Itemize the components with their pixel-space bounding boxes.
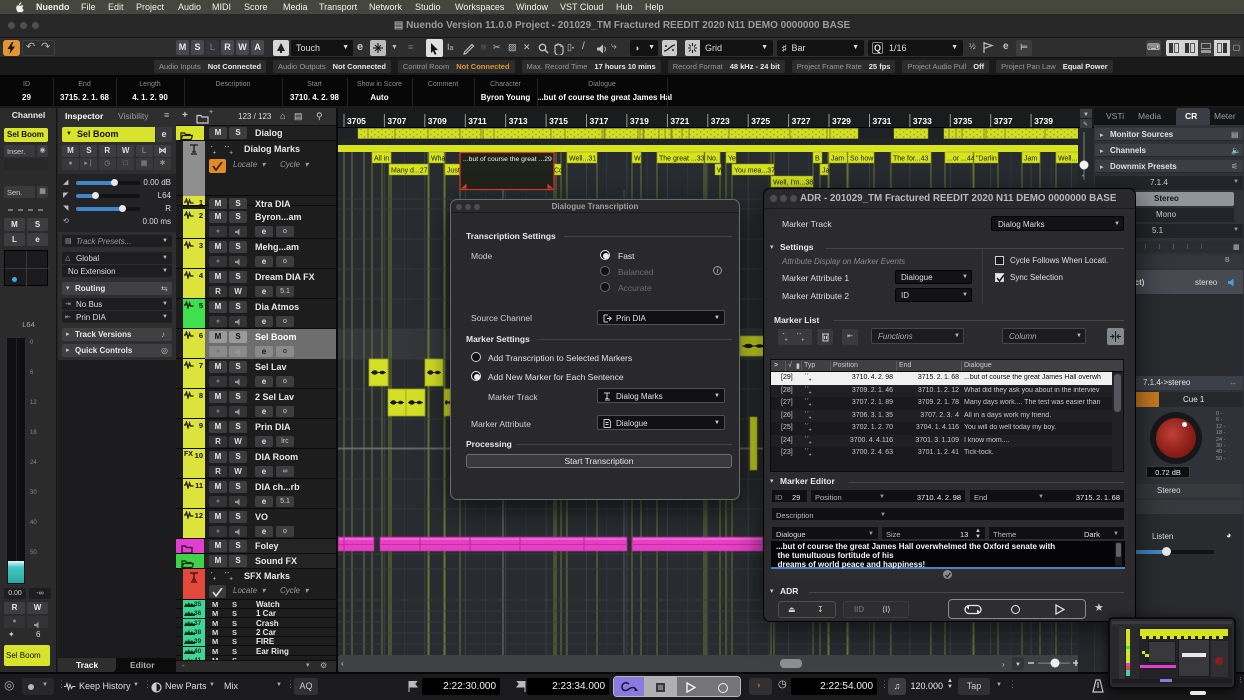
svg-text:3715: 3715: [549, 116, 568, 126]
svg-text:You mea...37: You mea...37: [734, 168, 775, 175]
svg-text:All in: All in: [374, 156, 389, 163]
svg-text:Ja: Ja: [822, 168, 830, 175]
svg-text:...or ...44: ...or ...44: [947, 156, 975, 163]
svg-text:No.: No.: [707, 156, 718, 163]
svg-text:⌃: ⌃: [1080, 174, 1086, 182]
svg-text:Well...31: Well...31: [569, 156, 596, 163]
svg-text:3707: 3707: [387, 116, 406, 126]
svg-text:3709: 3709: [428, 116, 447, 126]
svg-text:3739: 3739: [1034, 116, 1053, 126]
svg-text:Just: Just: [447, 168, 460, 175]
svg-text:...but of course the great ...: ...but of course the great ...29: [463, 156, 552, 163]
svg-text:▼: ▼: [1015, 662, 1021, 668]
svg-text:✎: ✎: [1083, 121, 1088, 128]
svg-text:Ye: Ye: [728, 156, 736, 163]
svg-text:3733: 3733: [913, 116, 932, 126]
svg-text:‹: ‹: [341, 659, 344, 668]
svg-text:›: ›: [1002, 660, 1005, 669]
svg-text:3713: 3713: [509, 116, 528, 126]
svg-text:The for...43: The for...43: [893, 156, 929, 163]
svg-text:▼: ▼: [1083, 112, 1089, 118]
svg-text:W: W: [717, 168, 724, 175]
svg-text:Well, I'm...38: Well, I'm...38: [773, 180, 813, 187]
svg-text:Well...: Well...: [1058, 156, 1077, 163]
svg-text:3727: 3727: [792, 116, 811, 126]
svg-text:3719: 3719: [630, 116, 649, 126]
svg-text:3735: 3735: [953, 116, 972, 126]
svg-text:3723: 3723: [711, 116, 730, 126]
svg-text:The great ...33: The great ...33: [659, 156, 705, 163]
svg-text:B: B: [815, 156, 820, 163]
svg-text:So how: So how: [850, 156, 874, 163]
svg-text:3711: 3711: [468, 116, 487, 126]
svg-text:Cc: Cc: [554, 168, 563, 175]
svg-text:Jam: Jam: [1024, 156, 1037, 163]
svg-text:3731: 3731: [873, 116, 892, 126]
svg-text:3721: 3721: [670, 116, 689, 126]
svg-text:W: W: [634, 156, 641, 163]
svg-text:Many d...27: Many d...27: [391, 168, 428, 175]
svg-text:3717: 3717: [590, 116, 609, 126]
svg-text:3737: 3737: [994, 116, 1013, 126]
svg-text:3729: 3729: [832, 116, 851, 126]
svg-text:Wha: Wha: [431, 156, 446, 163]
svg-text:"Darlin: "Darlin: [976, 156, 997, 163]
svg-text:Jam: Jam: [831, 156, 844, 163]
svg-text:3725: 3725: [751, 116, 770, 126]
svg-text:3705: 3705: [347, 116, 366, 126]
